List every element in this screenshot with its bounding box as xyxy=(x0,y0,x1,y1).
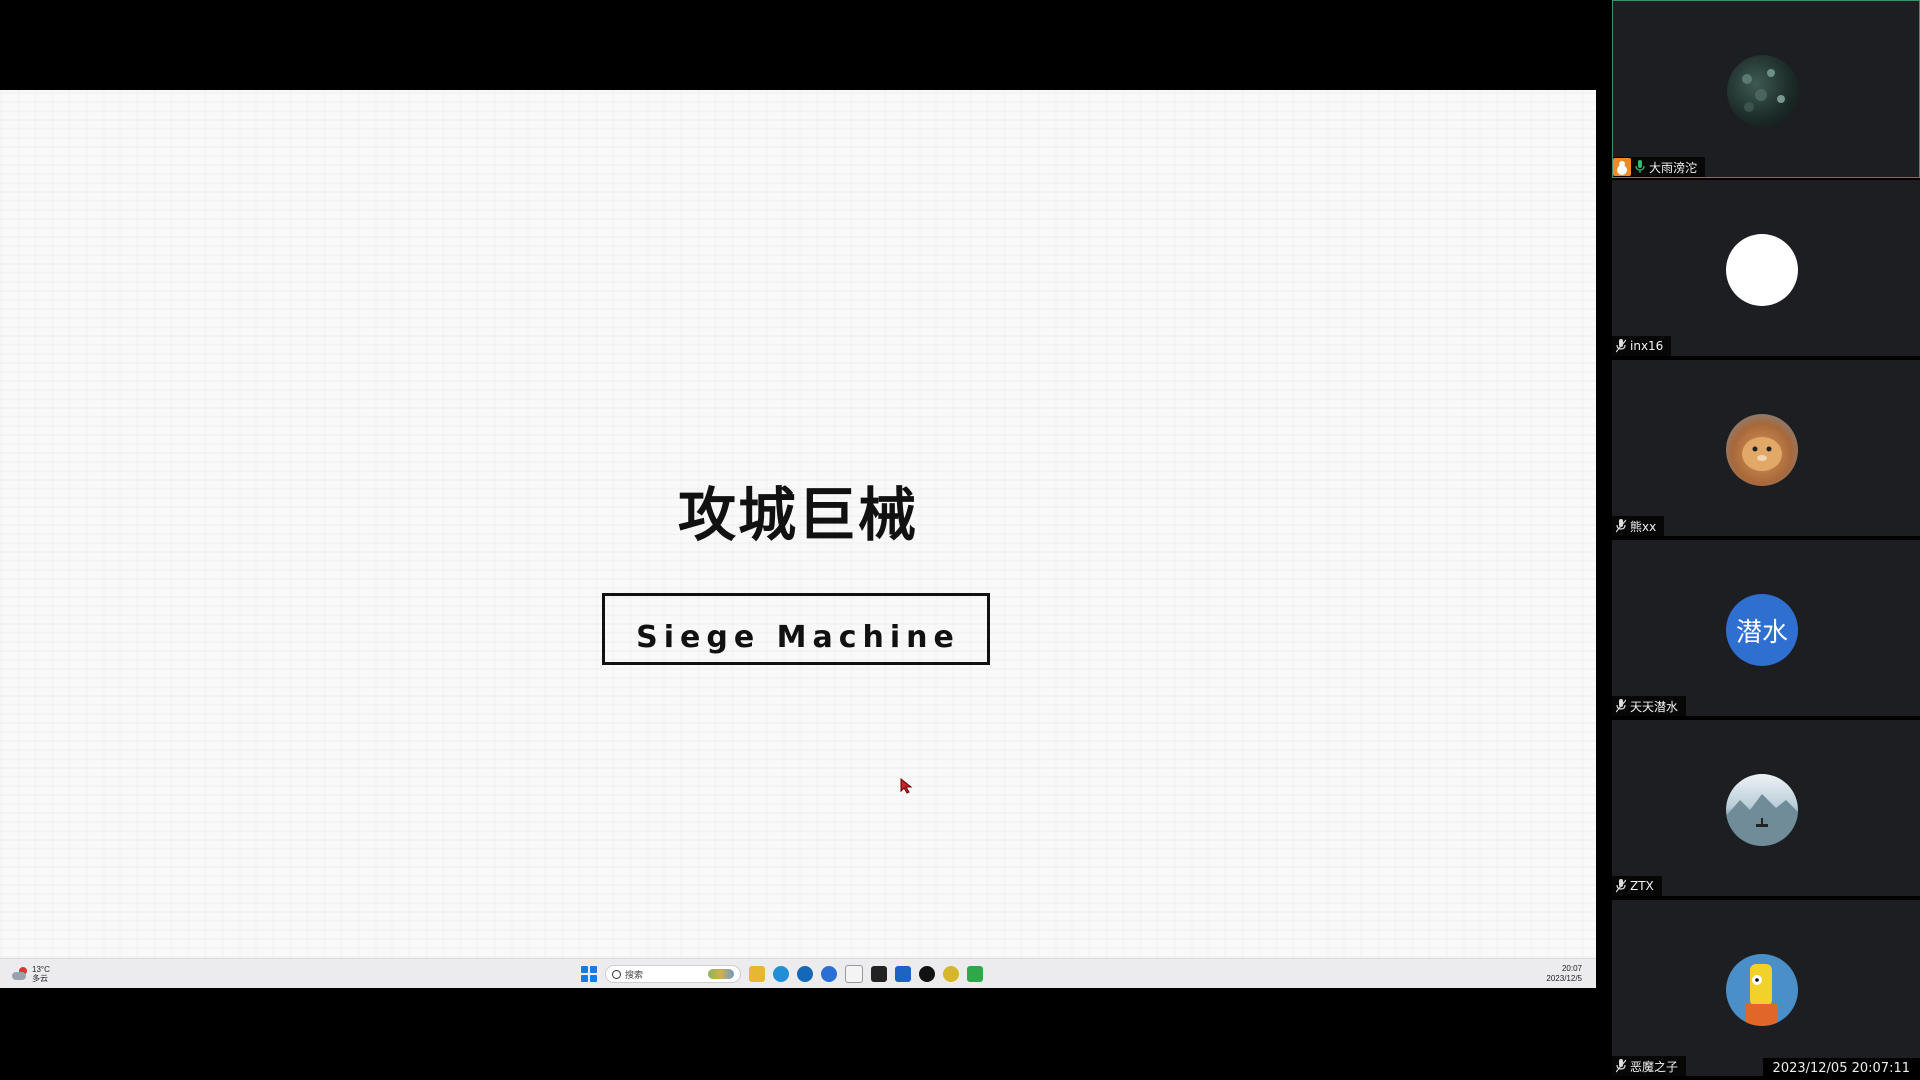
windows-taskbar: 13°C 多云 搜索 20:07 2023/12/5 xyxy=(0,958,1596,988)
participant-tile[interactable]: inx16 xyxy=(1612,180,1920,358)
search-icon xyxy=(612,969,621,979)
mic-muted-icon xyxy=(1616,879,1626,893)
taskbar-search-box[interactable]: 搜索 xyxy=(605,965,741,983)
shared-screen: 攻城巨械 Siege Machine 13°C 多云 搜索 20:07 2023… xyxy=(0,90,1596,988)
edge-dev-icon[interactable] xyxy=(797,966,813,982)
taskbar-apps: 搜索 xyxy=(581,964,983,984)
windows-start-icon[interactable] xyxy=(581,966,597,982)
mic-muted-icon xyxy=(1616,339,1626,353)
participant-name-tag: 天天潜水 xyxy=(1612,696,1687,716)
participant-name-tag: inx16 xyxy=(1612,336,1672,356)
mic-on-icon xyxy=(1635,160,1645,174)
mic-muted-icon xyxy=(1616,519,1626,533)
presentation-slide: 攻城巨械 Siege Machine xyxy=(0,90,1596,958)
logo-title-en: Siege Machine xyxy=(636,620,960,655)
qq-icon[interactable] xyxy=(919,966,935,982)
cartoon-photo-icon xyxy=(1746,964,1778,1026)
participant-tile[interactable]: ZTX xyxy=(1612,720,1920,898)
participant-name: inx16 xyxy=(1630,339,1664,353)
participant-name: 大雨滂沱 xyxy=(1649,160,1698,175)
green-app-icon[interactable] xyxy=(967,966,983,982)
weather-description: 多云 xyxy=(32,974,48,983)
avatar xyxy=(1726,414,1798,486)
avatar-text: 潜水 xyxy=(1735,617,1788,648)
calendar-icon[interactable] xyxy=(845,965,863,983)
participant-name-tag: 恶魔之子 xyxy=(1612,1056,1687,1076)
taskbar-date: 2023/12/5 xyxy=(1546,974,1582,983)
recording-timestamp: 2023/12/05 20:07:11 xyxy=(1762,1058,1920,1080)
blue-app-icon[interactable] xyxy=(895,966,911,982)
participant-name-tag: 熊xx xyxy=(1612,516,1665,536)
participant-name: ZTX xyxy=(1630,879,1654,893)
participant-tile[interactable]: 潜水 天天潜水 xyxy=(1612,540,1920,718)
avatar xyxy=(1726,234,1798,306)
mic-muted-icon xyxy=(1616,699,1626,713)
search-highlight-icon xyxy=(708,969,734,979)
participant-name-tag: ZTX xyxy=(1612,876,1662,896)
taskbar-time: 20:07 xyxy=(1561,964,1582,973)
dark-texture-photo-icon xyxy=(1742,69,1785,112)
siege-machine-logo: 攻城巨械 Siege Machine xyxy=(600,475,996,665)
firefox-icon[interactable] xyxy=(821,966,837,982)
avatar xyxy=(1726,954,1798,1026)
avatar xyxy=(1726,774,1798,846)
participant-panel: 大雨滂沱 inx16 熊xx 潜水 天天潜水 ZTX 恶魔之子 2023/12/… xyxy=(1612,0,1920,1080)
landscape-photo-icon xyxy=(1726,794,1798,846)
participant-tile[interactable]: 大雨滂沱 xyxy=(1612,0,1920,178)
yellow-app-icon[interactable] xyxy=(943,966,959,982)
taskbar-search-placeholder: 搜索 xyxy=(625,969,644,980)
hamster-photo-icon xyxy=(1742,437,1782,471)
participant-tile[interactable]: 恶魔之子 xyxy=(1612,900,1920,1078)
participant-tile[interactable]: 熊xx xyxy=(1612,360,1920,538)
avatar: 潜水 xyxy=(1726,594,1798,666)
participant-name: 天天潜水 xyxy=(1630,699,1679,714)
participant-name-tag: 大雨滂沱 xyxy=(1613,157,1706,177)
edge-icon[interactable] xyxy=(773,966,789,982)
participant-name: 熊xx xyxy=(1630,519,1657,534)
host-badge-icon xyxy=(1613,158,1631,176)
weather-temperature: 13°C xyxy=(32,965,50,974)
participant-name: 恶魔之子 xyxy=(1630,1059,1679,1074)
mouse-cursor-icon xyxy=(900,777,914,798)
taskbar-clock[interactable]: 20:07 2023/12/5 xyxy=(1546,964,1582,984)
file-explorer-icon[interactable] xyxy=(749,966,765,982)
avatar xyxy=(1727,55,1799,127)
weather-cloudy-icon xyxy=(12,967,28,981)
weather-widget[interactable]: 13°C 多云 xyxy=(12,963,50,985)
dark-app-icon[interactable] xyxy=(871,966,887,982)
mic-muted-icon xyxy=(1616,1059,1626,1073)
logo-title-cn: 攻城巨械 xyxy=(677,481,918,549)
